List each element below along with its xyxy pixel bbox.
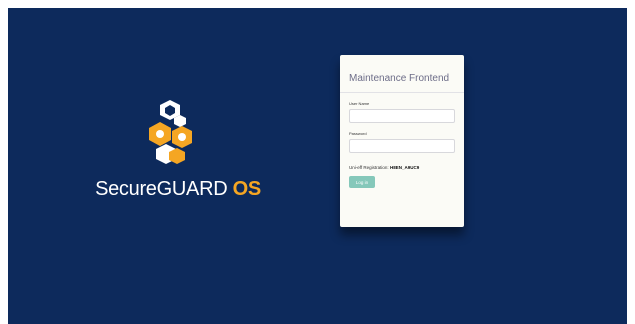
- registration-label: Uni-eff Registration:: [349, 165, 389, 170]
- secureguard-logo-icon: [149, 100, 192, 164]
- desktop-background: SecureGUARD OS Maintenance Frontend User…: [8, 8, 627, 324]
- login-card: Maintenance Frontend User Name Password …: [340, 55, 464, 227]
- title-divider: [340, 92, 464, 93]
- password-input[interactable]: [349, 139, 455, 153]
- registration-value: H8EN_A9UC9: [389, 165, 420, 170]
- brand-name: SecureGUARD OS: [78, 178, 278, 201]
- username-input[interactable]: [349, 109, 455, 123]
- brand-name-main: SecureGUARD: [95, 178, 228, 200]
- username-label: User Name: [349, 101, 370, 106]
- password-label: Password: [349, 131, 367, 136]
- registration-info: Uni-eff Registration: H8EN_A9UC9: [349, 165, 464, 170]
- brand-block: SecureGUARD OS: [78, 98, 278, 208]
- brand-name-os: OS: [232, 178, 262, 200]
- login-title: Maintenance Frontend: [349, 73, 450, 84]
- login-button[interactable]: Log in: [349, 176, 375, 188]
